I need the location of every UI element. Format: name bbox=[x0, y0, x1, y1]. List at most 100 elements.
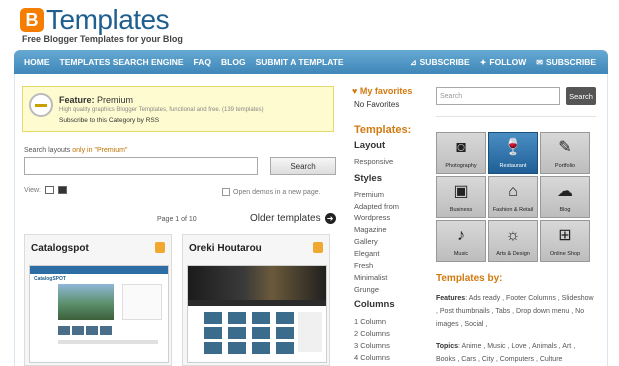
template-screenshot[interactable]: CatalogSPOT bbox=[29, 265, 169, 363]
site-header: B Templates Free Blogger Templates for y… bbox=[0, 0, 619, 50]
subscribe-email-label: SUBSCRIBE bbox=[545, 57, 596, 67]
category-label: Portfolio bbox=[554, 163, 576, 169]
menu-item-2-columns[interactable]: 2 Columns bbox=[354, 329, 390, 338]
follow-label: FOLLOW bbox=[489, 57, 527, 67]
templates-by-heading: Templates by: bbox=[436, 273, 503, 284]
screenshot-sidebar bbox=[122, 284, 162, 320]
chat-icon: ☁ bbox=[557, 183, 573, 200]
screenshot-hero-image bbox=[188, 266, 326, 300]
subscribe-email-link[interactable]: ✉ SUBSCRIBE bbox=[536, 57, 596, 67]
category-tile-blog[interactable]: ☁ Blog bbox=[540, 176, 590, 218]
category-tile-restaurant[interactable]: 🍷 Restaurant bbox=[488, 132, 538, 174]
search-label-category: "Premium" bbox=[94, 147, 128, 154]
menu-item-1-column[interactable]: 1 Column bbox=[354, 317, 386, 326]
price-tag-icon: ⌂ bbox=[508, 183, 518, 200]
blogger-logo-icon: B bbox=[20, 8, 44, 32]
template-card[interactable]: Catalogspot CatalogSPOT bbox=[24, 234, 172, 366]
category-tile-fashion-retail[interactable]: ⌂ Fashion & Retail bbox=[488, 176, 538, 218]
nav-home[interactable]: HOME bbox=[24, 57, 50, 67]
category-tile-music[interactable]: ♪ Music bbox=[436, 220, 486, 262]
layout-search-button[interactable]: Search bbox=[270, 157, 336, 175]
search-label-only: only in bbox=[72, 147, 93, 154]
menu-item-elegant[interactable]: Elegant bbox=[354, 249, 379, 258]
list-view-icon[interactable] bbox=[58, 186, 67, 194]
category-tile-photography[interactable]: ◙ Photography bbox=[436, 132, 486, 174]
category-tile-business[interactable]: ▣ Business bbox=[436, 176, 486, 218]
menu-item-4-columns[interactable]: 4 Columns bbox=[354, 353, 390, 362]
page: B Templates Free Blogger Templates for y… bbox=[0, 0, 619, 366]
nav-blog[interactable]: BLOG bbox=[221, 57, 246, 67]
category-label: Arts & Design bbox=[496, 251, 530, 257]
subscribe-rss-label: SUBSCRIBE bbox=[419, 57, 470, 67]
category-label: Music bbox=[453, 251, 469, 257]
heart-icon: ♥ bbox=[352, 86, 358, 96]
template-card[interactable]: Oreki Houtarou bbox=[182, 234, 330, 366]
menu-item-premium[interactable]: Premium bbox=[354, 190, 384, 199]
premium-badge-icon bbox=[29, 93, 53, 117]
logo-text: Templates bbox=[46, 4, 170, 35]
screenshot-nav bbox=[188, 300, 326, 306]
template-screenshot[interactable] bbox=[187, 265, 327, 363]
briefcase-icon: ▣ bbox=[453, 183, 469, 200]
topics-label: Topics bbox=[436, 343, 459, 350]
menu-item-wordpress[interactable]: Wordpress bbox=[354, 213, 390, 222]
nav-submit-template[interactable]: SUBMIT A TEMPLATE bbox=[256, 57, 344, 67]
menu-item-magazine[interactable]: Magazine bbox=[354, 225, 387, 234]
menu-item-gallery[interactable]: Gallery bbox=[354, 237, 378, 246]
screenshot-topbar bbox=[30, 266, 168, 274]
template-title[interactable]: Catalogspot bbox=[31, 243, 89, 254]
feature-box: Feature: Premium High quality graphics B… bbox=[22, 86, 334, 132]
divider bbox=[436, 116, 596, 117]
layout-search-input[interactable] bbox=[24, 157, 258, 175]
open-demos-checkbox[interactable] bbox=[222, 188, 230, 196]
features-label: Features bbox=[436, 295, 466, 302]
screenshot-hero-image bbox=[58, 284, 114, 320]
screenshot-thumbnails bbox=[58, 326, 114, 335]
category-tiles: ◙ Photography 🍷 Restaurant ✎ Portfolio ▣… bbox=[436, 132, 590, 262]
templates-menu-title: Templates: bbox=[354, 124, 412, 136]
nav-faq[interactable]: FAQ bbox=[194, 57, 211, 67]
shopping-basket-icon: ⊞ bbox=[558, 227, 572, 244]
portfolio-icon: ✎ bbox=[558, 139, 572, 156]
site-search-input[interactable]: Search bbox=[436, 87, 560, 105]
open-demos-label: Open demos in a new page. bbox=[233, 188, 321, 196]
category-tile-online-shop[interactable]: ⊞ Online Shop bbox=[540, 220, 590, 262]
screenshot-sidebar bbox=[298, 312, 322, 352]
category-label: Photography bbox=[445, 163, 477, 169]
category-label: Blog bbox=[559, 207, 571, 213]
menu-item-adapted-from[interactable]: Adapted from bbox=[354, 202, 399, 211]
template-title[interactable]: Oreki Houtarou bbox=[189, 243, 262, 254]
menu-item-fresh[interactable]: Fresh bbox=[354, 261, 373, 270]
menu-item-3-columns[interactable]: 3 Columns bbox=[354, 341, 390, 350]
search-label-prefix: Search layouts bbox=[24, 147, 71, 154]
layout-heading: Layout bbox=[354, 140, 386, 151]
view-label: View: bbox=[24, 186, 41, 194]
styles-heading: Styles bbox=[354, 173, 382, 184]
category-tile-arts-design[interactable]: ☼ Arts & Design bbox=[488, 220, 538, 262]
favorites-empty: No Favorites bbox=[354, 100, 400, 109]
camera-icon: ◙ bbox=[456, 139, 466, 156]
site-search-button[interactable]: Search bbox=[566, 87, 596, 105]
category-label: Fashion & Retail bbox=[492, 207, 534, 213]
search-label: Search layouts only in "Premium" bbox=[24, 147, 127, 154]
envelope-icon: ✉ bbox=[536, 57, 543, 67]
nav-templates-search-engine[interactable]: TEMPLATES SEARCH ENGINE bbox=[60, 57, 184, 67]
grid-view-icon[interactable] bbox=[45, 186, 54, 194]
feature-description: High quality graphics Blogger Templates,… bbox=[59, 107, 264, 113]
subscribe-rss-link[interactable]: ⊿ SUBSCRIBE bbox=[410, 57, 470, 67]
older-templates-link[interactable]: Older templates ➜ bbox=[250, 213, 336, 224]
nav-social: ⊿ SUBSCRIBE ✦ FOLLOW ✉ SUBSCRIBE bbox=[400, 50, 596, 74]
feature-rss-link[interactable]: Subscribe to this Category by RSS bbox=[59, 117, 159, 124]
main-nav: HOME TEMPLATES SEARCH ENGINE FAQ BLOG SU… bbox=[14, 50, 608, 74]
follow-link[interactable]: ✦ FOLLOW bbox=[480, 57, 527, 67]
favorites-heading: ♥ My favorites bbox=[352, 86, 412, 96]
category-tile-portfolio[interactable]: ✎ Portfolio bbox=[540, 132, 590, 174]
menu-item-responsive[interactable]: Responsive bbox=[354, 157, 393, 166]
site-logo[interactable]: B Templates bbox=[20, 4, 170, 35]
screenshot-row bbox=[58, 340, 158, 344]
menu-item-minimalist[interactable]: Minimalist bbox=[354, 273, 387, 282]
columns-heading: Columns bbox=[354, 299, 395, 310]
view-toggle: View: bbox=[24, 186, 67, 194]
microphone-icon: ♪ bbox=[457, 227, 465, 244]
menu-item-grunge[interactable]: Grunge bbox=[354, 285, 379, 294]
